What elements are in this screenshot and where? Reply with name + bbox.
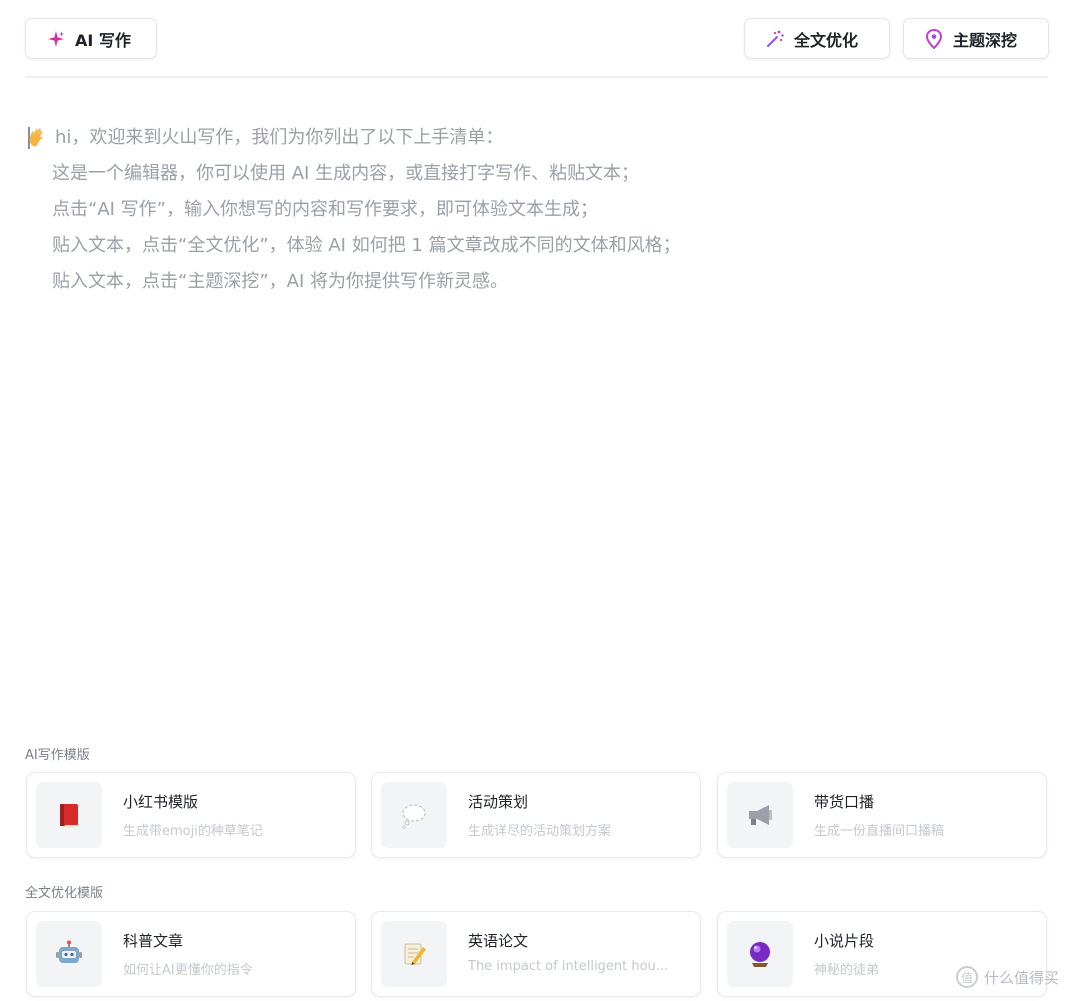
megaphone-icon (727, 782, 793, 848)
card-description: 生成详尽的活动策划方案 (468, 824, 612, 839)
card-description: 生成一份直播间口播稿 (814, 824, 945, 839)
red-book-icon (36, 782, 102, 848)
template-card-livestream-script[interactable]: 带货口播 生成一份直播间口播稿 (717, 772, 1047, 858)
magic-wand-icon (765, 29, 785, 49)
card-title: 科普文章 (123, 932, 184, 950)
waving-hand-icon (27, 126, 49, 148)
template-card-english-paper[interactable]: 英语论文 The impact of intelligent hou... (371, 911, 701, 997)
card-title: 小红书模版 (123, 793, 199, 811)
optimize-templates-heading: 全文优化模版 (25, 886, 104, 901)
full-text-optimize-button[interactable]: 全文优化 (744, 18, 890, 59)
robot-icon (36, 921, 102, 987)
editor-line: 贴入文本，点击“全文优化”，体验 AI 如何把 1 篇文章改成不同的文体和风格； (52, 235, 681, 256)
template-card-popular-science[interactable]: 科普文章 如何让AI更懂你的指令 (26, 911, 356, 997)
ai-templates-heading: AI写作模版 (25, 748, 90, 763)
card-description: 如何让AI更懂你的指令 (123, 963, 253, 978)
text-editor[interactable]: hi，欢迎来到火山写作，我们为你列出了以下上手清单： 这是一个编辑器，你可以使用… (25, 118, 1048, 718)
card-title: 小说片段 (814, 932, 875, 950)
editor-line: 点击“AI 写作”，输入你想写的内容和写作要求，即可体验文本生成； (52, 199, 598, 220)
template-card-xiaohongshu[interactable]: 小红书模版 生成带emoji的种草笔记 (26, 772, 356, 858)
ai-write-button[interactable]: AI 写作 (25, 18, 157, 59)
memo-icon (381, 921, 447, 987)
card-title: 英语论文 (468, 932, 529, 950)
location-pin-icon (924, 28, 944, 49)
watermark-text: 什么值得买 (984, 968, 1060, 987)
editor-line: 贴入文本，点击“主题深挖”，AI 将为你提供写作新灵感。 (52, 271, 508, 292)
thought-bubble-icon (381, 782, 447, 848)
watermark: 值 什么值得买 (956, 966, 1059, 988)
editor-line: 这是一个编辑器，你可以使用 AI 生成内容，或直接打字写作、粘贴文本； (52, 163, 640, 184)
card-title: 带货口播 (814, 793, 875, 811)
smzdm-logo-icon: 值 (956, 966, 978, 988)
ai-write-label: AI 写作 (75, 30, 131, 50)
sparkle-icon (46, 29, 66, 49)
card-title: 活动策划 (468, 793, 529, 811)
crystal-ball-icon (727, 921, 793, 987)
template-card-event-planning[interactable]: 活动策划 生成详尽的活动策划方案 (371, 772, 701, 858)
card-description: 生成带emoji的种草笔记 (123, 824, 263, 839)
topic-deep-dig-button[interactable]: 主题深挖 (903, 18, 1049, 59)
editor-line: hi，欢迎来到火山写作，我们为你列出了以下上手清单： (55, 127, 504, 148)
deep-dig-label: 主题深挖 (953, 30, 1018, 50)
top-toolbar: AI 写作 全文优化 主题深挖 (0, 0, 1080, 80)
optimize-label: 全文优化 (794, 30, 859, 50)
card-description: The impact of intelligent hou... (468, 959, 669, 974)
toolbar-divider (25, 76, 1048, 78)
